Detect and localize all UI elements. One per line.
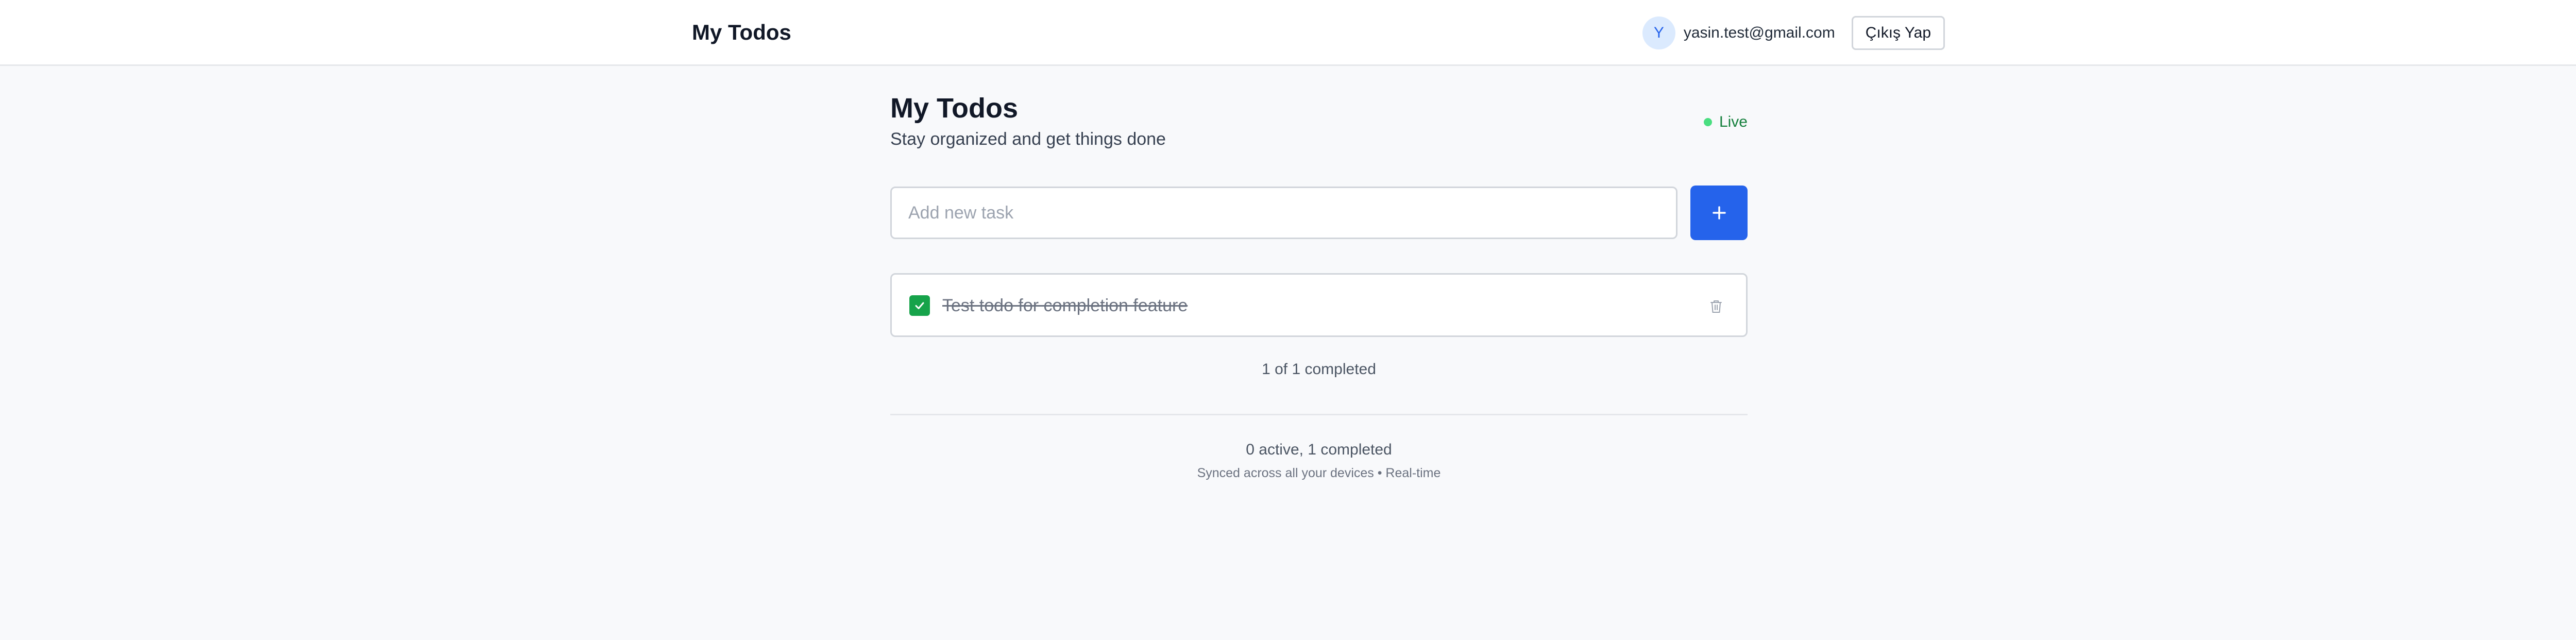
- live-status-label: Live: [1719, 113, 1748, 130]
- live-dot-icon: [1703, 118, 1712, 126]
- trash-icon: [1710, 300, 1722, 313]
- app-brand: My Todos: [692, 20, 791, 44]
- delete-todo-button[interactable]: [1707, 296, 1725, 317]
- top-bar: My Todos Y yasin.test@gmail.com Çıkış Ya…: [0, 0, 2576, 66]
- main-content: My Todos Stay organized and get things d…: [890, 66, 1748, 640]
- plus-icon: [1712, 206, 1726, 220]
- user-area: Y yasin.test@gmail.com Çıkış Yap: [1642, 16, 1945, 50]
- user-avatar: Y: [1642, 16, 1675, 49]
- check-icon: [915, 302, 924, 309]
- new-task-input[interactable]: [890, 187, 1677, 239]
- page-title: My Todos: [890, 93, 1018, 124]
- todo-checkbox[interactable]: [909, 295, 930, 316]
- add-task-button[interactable]: [1690, 186, 1748, 240]
- live-status: Live: [1703, 113, 1748, 131]
- page-subtitle: Stay organized and get things done: [890, 129, 1166, 149]
- todo-text: Test todo for completion feature: [942, 296, 1188, 315]
- completion-progress: 1 of 1 completed: [1262, 361, 1376, 378]
- todo-item: Test todo for completion feature: [890, 273, 1748, 337]
- footer-sync-text: Synced across all your devices • Real-ti…: [1197, 466, 1441, 480]
- user-email: yasin.test@gmail.com: [1683, 24, 1835, 41]
- logout-button[interactable]: Çıkış Yap: [1851, 16, 1945, 50]
- divider: [890, 414, 1748, 415]
- footer-counts: 0 active, 1 completed: [1246, 441, 1392, 458]
